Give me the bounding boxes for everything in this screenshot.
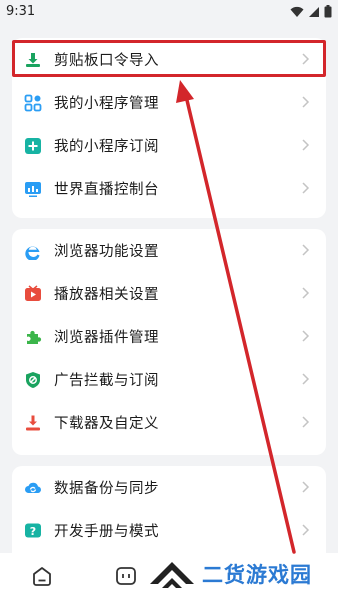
watermark-text: 二货游戏园: [202, 563, 312, 587]
watermark-logo-icon: [150, 562, 194, 588]
annotation-arrow: [176, 80, 296, 554]
watermark: 二货游戏园: [148, 556, 312, 592]
